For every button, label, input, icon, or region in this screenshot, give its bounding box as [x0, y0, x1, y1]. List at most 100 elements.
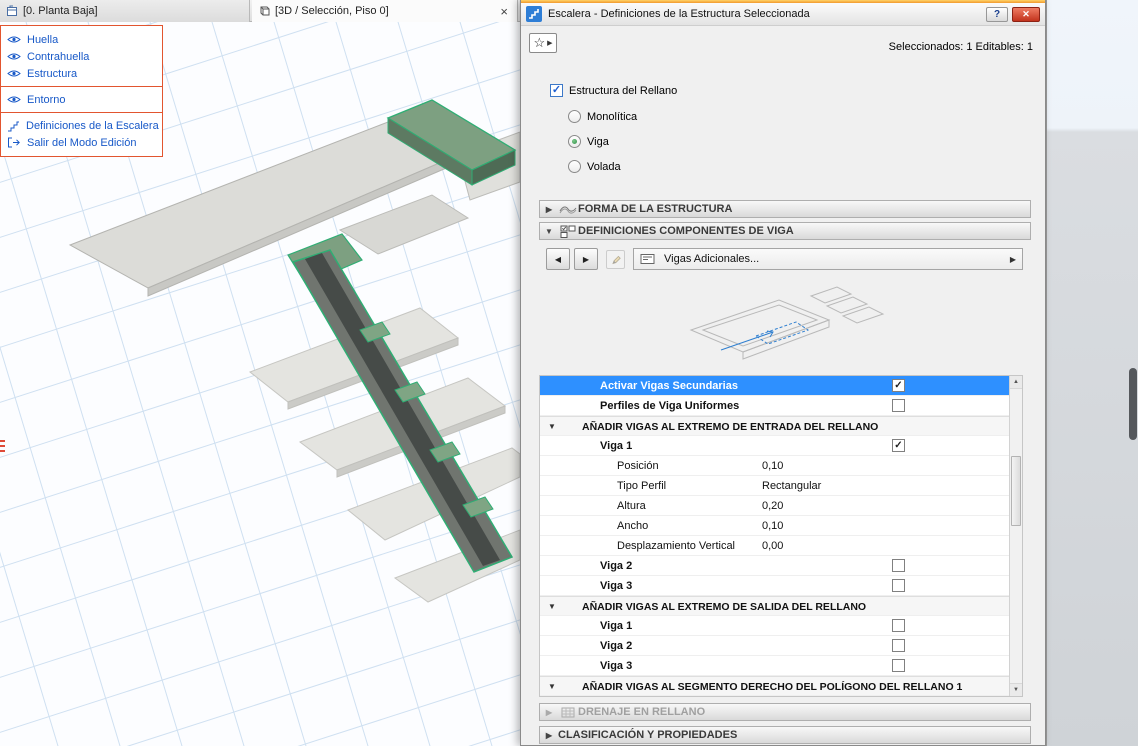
table-row[interactable]: ▼ AÑADIR VIGAS AL EXTREMO DE ENTRADA DEL…: [540, 416, 1010, 436]
group-expand-icon[interactable]: ▼: [548, 682, 556, 691]
row-checkbox[interactable]: [892, 399, 905, 412]
chevron-right-icon: ▶: [547, 39, 552, 47]
scrollbar-thumb[interactable]: [1011, 456, 1021, 526]
row-label: AÑADIR VIGAS AL SEGMENTO DERECHO DEL POL…: [582, 681, 962, 693]
row-checkbox[interactable]: [892, 559, 905, 572]
menu-item-estructura[interactable]: Estructura: [1, 65, 162, 82]
structure-checkbox-row: Estructura del Rellano: [550, 84, 677, 97]
menu-item-salir-modo-edicion[interactable]: Salir del Modo Edición: [1, 134, 162, 151]
section-componentes-viga[interactable]: ▼ DEFINICIONES COMPONENTES DE VIGA: [539, 222, 1031, 240]
beam-selector-dropdown[interactable]: Vigas Adicionales... ▶: [633, 248, 1023, 270]
row-label: AÑADIR VIGAS AL EXTREMO DE SALIDA DEL RE…: [582, 601, 866, 613]
menu-item-huella[interactable]: Huella: [1, 31, 162, 48]
arrow-left-icon: ◀: [555, 255, 561, 264]
chevron-right-icon: ▶: [540, 731, 558, 740]
menu-item-label: Entorno: [27, 94, 66, 106]
stair-settings-icon: [7, 120, 20, 132]
landing-structure-label: Estructura del Rellano: [569, 85, 677, 97]
table-scrollbar[interactable]: ▲ ▼: [1009, 376, 1022, 696]
menu-item-contrahuella[interactable]: Contrahuella: [1, 48, 162, 65]
stair-edit-context-menu: Huella Contrahuella Estructura Entorno D…: [0, 25, 163, 157]
table-row[interactable]: ▼ Viga 2: [540, 556, 1010, 576]
next-beam-button[interactable]: ▶: [574, 248, 598, 270]
tab-floor-plan-label: [0. Planta Baja]: [23, 5, 98, 17]
group-expand-icon[interactable]: ▼: [548, 422, 556, 431]
chevron-right-icon[interactable]: ▶: [1010, 255, 1016, 264]
radio-label: Monolítica: [587, 111, 637, 123]
window-scrollbar-thumb[interactable]: [1129, 368, 1137, 440]
table-row[interactable]: ▼ Viga 1: [540, 436, 1010, 456]
favorites-button[interactable]: ☆▶: [529, 33, 557, 53]
table-row[interactable]: ▼ Ancho 0,10: [540, 516, 1010, 536]
3d-view-tab-icon: [258, 5, 270, 17]
menu-item-entorno[interactable]: Entorno: [1, 91, 162, 108]
stair-dialog-icon: [526, 6, 542, 22]
table-row[interactable]: ▼ Viga 2: [540, 636, 1010, 656]
tab-3d-view[interactable]: [3D / Selección, Piso 0] ×: [252, 0, 518, 22]
group-expand-icon[interactable]: ▼: [548, 602, 556, 611]
row-value[interactable]: 0,00: [762, 540, 783, 552]
row-value[interactable]: 0,20: [762, 500, 783, 512]
table-row[interactable]: ▼ Viga 1: [540, 616, 1010, 636]
help-button[interactable]: ?: [986, 7, 1008, 22]
table-row[interactable]: ▼ Activar Vigas Secundarias: [540, 376, 1010, 396]
radio-viga[interactable]: Viga: [568, 135, 609, 148]
row-label: Viga 1: [600, 440, 632, 452]
row-label: Viga 3: [600, 580, 632, 592]
landing-structure-checkbox[interactable]: [550, 84, 563, 97]
scroll-down-icon[interactable]: ▼: [1010, 683, 1022, 696]
section-clasificacion[interactable]: ▶ CLASIFICACIÓN Y PROPIEDADES: [539, 726, 1031, 744]
chevron-down-icon: ▼: [540, 227, 558, 236]
radio-monolitica[interactable]: Monolítica: [568, 110, 637, 123]
radio-button[interactable]: [568, 135, 581, 148]
row-checkbox[interactable]: [892, 619, 905, 632]
table-row[interactable]: ▼ Tipo Perfil Rectangular: [540, 476, 1010, 496]
row-checkbox[interactable]: [892, 579, 905, 592]
tab-floor-plan[interactable]: [0. Planta Baja]: [0, 0, 250, 22]
table-row[interactable]: ▼ Perfiles de Viga Uniformes: [540, 396, 1010, 416]
table-row[interactable]: ▼ AÑADIR VIGAS AL SEGMENTO DERECHO DEL P…: [540, 676, 1010, 696]
radio-button[interactable]: [568, 110, 581, 123]
radio-button[interactable]: [568, 160, 581, 173]
table-row[interactable]: ▼ Altura 0,20: [540, 496, 1010, 516]
menu-divider: [1, 86, 162, 87]
section-drenaje[interactable]: ▶ DRENAJE EN RELLANO: [539, 703, 1031, 721]
radio-label: Viga: [587, 136, 609, 148]
row-checkbox[interactable]: [892, 439, 905, 452]
row-value[interactable]: 0,10: [762, 520, 783, 532]
row-checkbox[interactable]: [892, 659, 905, 672]
radio-volada[interactable]: Volada: [568, 160, 621, 173]
row-label: Viga 2: [600, 560, 632, 572]
eye-icon: [7, 52, 21, 61]
close-button[interactable]: ✕: [1012, 7, 1040, 22]
scroll-up-icon[interactable]: ▲: [1010, 376, 1022, 389]
dialog-titlebar[interactable]: Escalera - Definiciones de la Estructura…: [521, 3, 1045, 26]
table-row[interactable]: ▼ Posición 0,10: [540, 456, 1010, 476]
row-value[interactable]: Rectangular: [762, 480, 821, 492]
stair-structure-dialog: Escalera - Definiciones de la Estructura…: [520, 0, 1046, 746]
menu-divider: [1, 112, 162, 113]
star-icon: ☆: [533, 35, 545, 51]
edit-beam-button[interactable]: [606, 250, 625, 269]
table-row[interactable]: ▼ Viga 3: [540, 656, 1010, 676]
table-row[interactable]: ▼ Viga 3: [540, 576, 1010, 596]
row-label: Posición: [617, 460, 659, 472]
eye-icon: [7, 69, 21, 78]
row-checkbox[interactable]: [892, 379, 905, 392]
section-forma-estructura[interactable]: ▶ FORMA DE LA ESTRUCTURA: [539, 200, 1031, 218]
table-row[interactable]: ▼ Desplazamiento Vertical 0,00: [540, 536, 1010, 556]
floor-plan-tab-icon: [6, 5, 18, 17]
beam-profile-icon: [640, 253, 656, 265]
app-background-right: [1046, 0, 1138, 746]
tab-close-icon[interactable]: ×: [497, 5, 511, 18]
row-value[interactable]: 0,10: [762, 460, 783, 472]
eye-icon: [7, 35, 21, 44]
previous-beam-button[interactable]: ◀: [546, 248, 570, 270]
table-row[interactable]: ▼ AÑADIR VIGAS AL EXTREMO DE SALIDA DEL …: [540, 596, 1010, 616]
section-label: FORMA DE LA ESTRUCTURA: [578, 203, 732, 215]
row-label: Activar Vigas Secundarias: [600, 380, 738, 392]
menu-item-definiciones-escalera[interactable]: Definiciones de la Escalera: [1, 117, 162, 134]
selection-info: Seleccionados: 1 Editables: 1: [889, 41, 1033, 53]
row-checkbox[interactable]: [892, 639, 905, 652]
arrow-right-icon: ▶: [583, 255, 589, 264]
